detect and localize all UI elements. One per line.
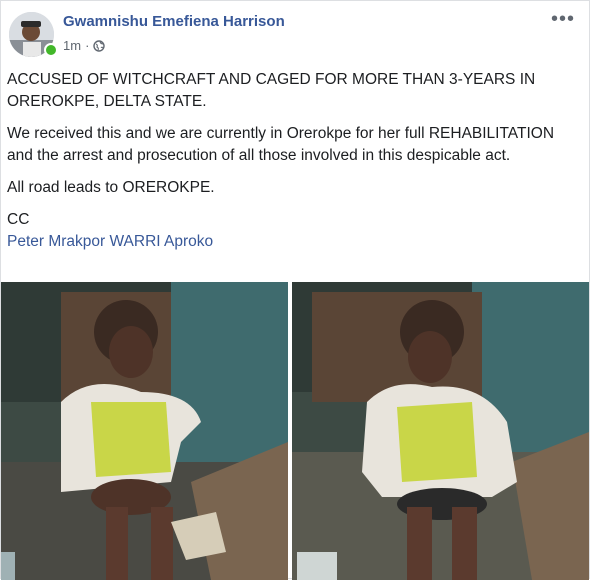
post-header: Gwamnishu Emefiena Harrison 1m · •••	[1, 1, 589, 63]
online-status-icon	[44, 43, 58, 57]
meta-separator: ·	[85, 38, 90, 53]
post-paragraph-3: All road leads to OREROKPE.	[7, 179, 215, 196]
facebook-post: Gwamnishu Emefiena Harrison 1m · ••• ACC…	[0, 0, 590, 580]
globe-icon[interactable]	[93, 39, 106, 52]
more-options-icon[interactable]: •••	[551, 9, 575, 29]
post-paragraph-1: ACCUSED OF WITCHCRAFT AND CAGED FOR MORE…	[7, 71, 536, 110]
author-name[interactable]: Gwamnishu Emefiena Harrison	[63, 13, 285, 30]
post-photo-1[interactable]	[1, 282, 288, 580]
tagged-page-link[interactable]: Peter Mrakpor WARRI Aproko	[7, 233, 213, 250]
post-time[interactable]: 1m	[63, 38, 81, 53]
post-photo-2[interactable]	[292, 282, 589, 580]
post-meta: 1m ·	[63, 38, 106, 53]
photo-grid	[1, 282, 590, 580]
post-paragraph-2: We received this and we are currently in…	[7, 125, 555, 164]
post-cc: CC	[7, 211, 30, 228]
post-body: ACCUSED OF WITCHCRAFT AND CAGED FOR MORE…	[7, 69, 577, 253]
